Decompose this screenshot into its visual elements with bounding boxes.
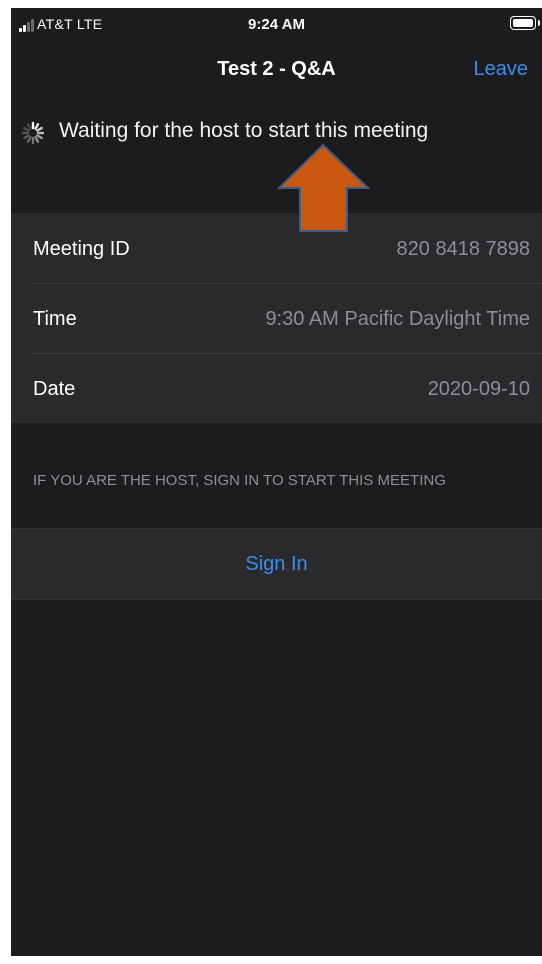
date-label: Date	[33, 378, 76, 400]
time-label: Time	[33, 308, 77, 330]
status-time: 9:24 AM	[248, 16, 305, 33]
up-arrow-annotation-icon	[276, 143, 371, 232]
sign-in-label: Sign In	[245, 553, 308, 575]
sign-in-button[interactable]: Sign In	[11, 528, 542, 600]
time-row: Time 9:30 AM Pacific Daylight Time	[11, 283, 542, 353]
date-value: 2020-09-10	[427, 378, 530, 400]
meeting-info-panel: Meeting ID 820 8418 7898 Time 9:30 AM Pa…	[11, 213, 542, 423]
waiting-message: Waiting for the host to start this meeti…	[59, 119, 429, 142]
meeting-id-value: 820 8418 7898	[396, 238, 530, 260]
time-value: 9:30 AM Pacific Daylight Time	[265, 308, 530, 330]
page-title: Test 2 - Q&A	[217, 58, 336, 80]
leave-button[interactable]: Leave	[474, 58, 529, 81]
date-row: Date 2020-09-10	[11, 353, 542, 423]
loading-spinner-icon	[21, 121, 45, 145]
app-screen: AT&T LTE 9:24 AM Test 2 - Q&A Leave Wait…	[11, 8, 542, 956]
battery-icon	[510, 16, 540, 30]
host-sign-in-note: IF YOU ARE THE HOST, SIGN IN TO START TH…	[33, 472, 446, 489]
status-bar: AT&T LTE 9:24 AM	[11, 8, 542, 38]
meeting-id-label: Meeting ID	[33, 238, 130, 260]
